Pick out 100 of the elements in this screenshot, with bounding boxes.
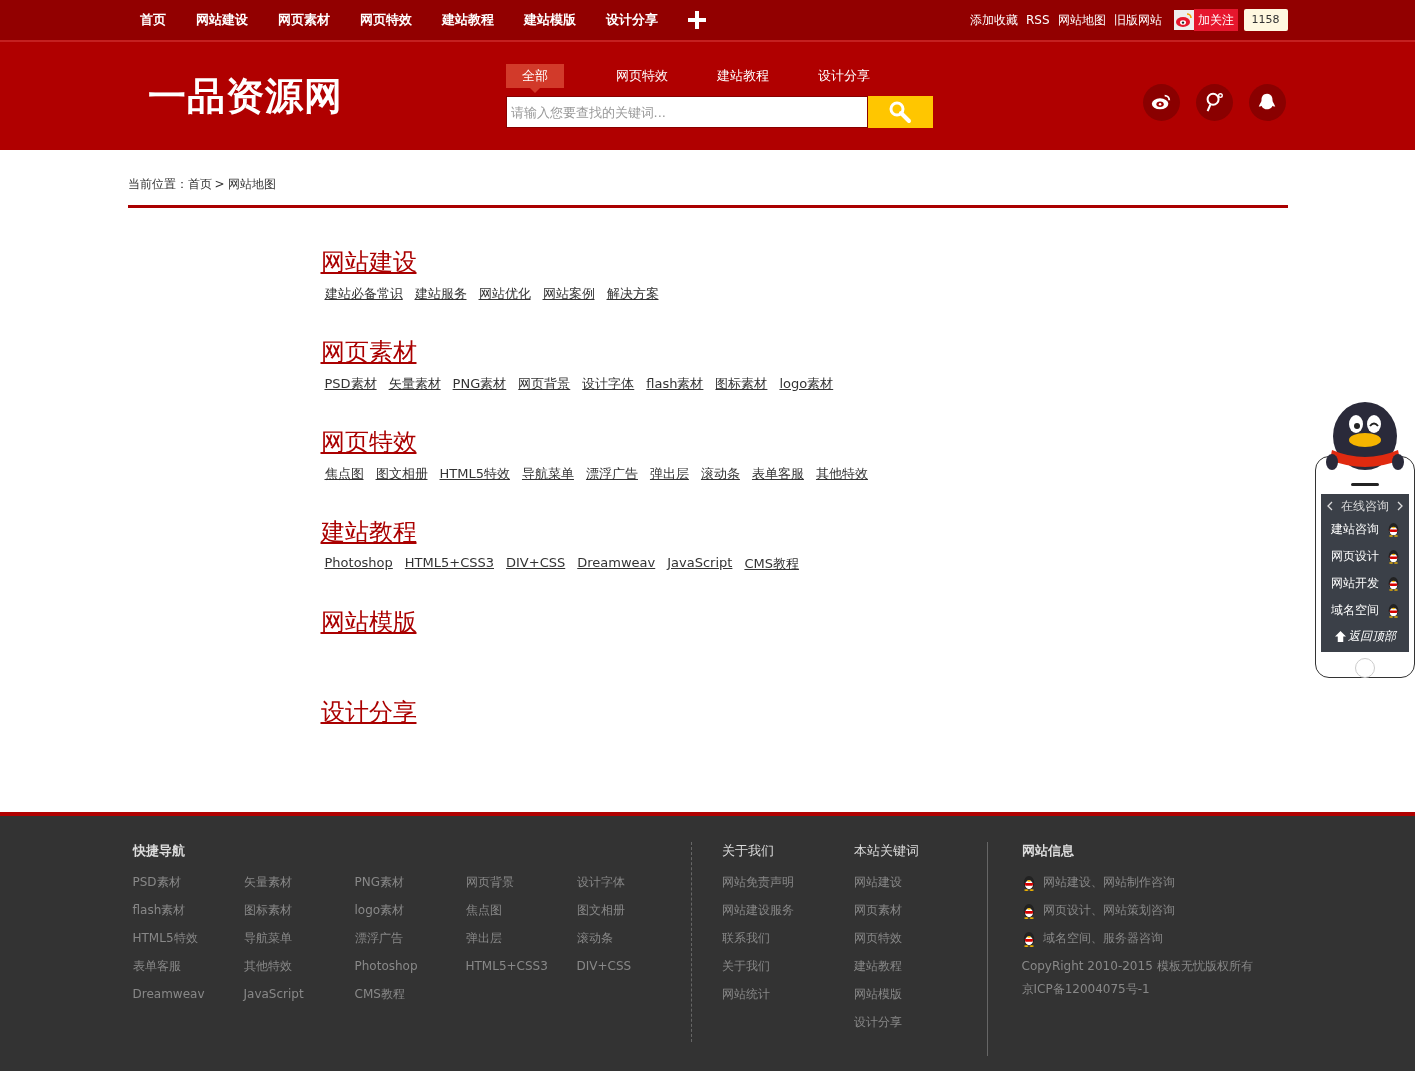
footer-link[interactable]: 网站建设服务	[721, 902, 854, 919]
footer-link[interactable]: 其他特效	[243, 958, 355, 975]
category-link[interactable]: PSD素材	[324, 375, 377, 393]
category-link[interactable]: Dreamweav	[577, 555, 656, 573]
category-link[interactable]: 漂浮广告	[585, 465, 638, 483]
penguin-icon[interactable]	[1021, 874, 1036, 891]
follow-button[interactable]: 加关注	[1193, 9, 1238, 31]
category-link[interactable]: HTML5+CSS3	[404, 555, 494, 573]
category-link[interactable]: flash素材	[646, 375, 704, 393]
footer-link[interactable]: 网页素材	[853, 902, 987, 919]
category-link[interactable]: 焦点图	[324, 465, 364, 483]
category-link[interactable]: 网页背景	[518, 375, 571, 393]
footer-link[interactable]: 矢量素材	[243, 874, 355, 891]
nav-link[interactable]: 网页特效	[359, 11, 412, 29]
footer-link[interactable]: 表单客服	[132, 958, 244, 975]
plus-icon[interactable]	[687, 11, 706, 29]
category-link[interactable]: Photoshop	[324, 555, 393, 573]
footer-link[interactable]: DIV+CSS	[576, 958, 688, 975]
footer-link[interactable]: 网站统计	[721, 986, 854, 1003]
category-link[interactable]: 矢量素材	[388, 375, 441, 393]
search-field[interactable]: 请输入您要查找的关键词...	[505, 96, 868, 128]
contact-link[interactable]: 网页设计、网站策划咨询	[1042, 902, 1175, 919]
nav-link[interactable]: 建站模版	[523, 11, 576, 29]
category-link[interactable]: 其他特效	[815, 465, 868, 483]
category-link[interactable]: 建站服务	[414, 285, 467, 303]
footer-link[interactable]: 网站免责声明	[721, 874, 854, 891]
top-link[interactable]: 添加收藏	[969, 11, 1018, 29]
category-link[interactable]: 网站优化	[478, 285, 531, 303]
footer-link[interactable]: 建站教程	[853, 958, 987, 975]
category-link[interactable]: logo素材	[779, 375, 834, 393]
section-title-link[interactable]: 设计分享	[320, 696, 417, 728]
search-tab[interactable]: 设计分享	[793, 64, 895, 93]
contact-link[interactable]: 域名空间、服务器咨询	[1042, 930, 1163, 947]
category-link[interactable]: 图标素材	[715, 375, 768, 393]
footer-link[interactable]: flash素材	[132, 902, 244, 919]
weibo-button[interactable]	[1142, 83, 1180, 121]
category-link[interactable]: PNG素材	[452, 375, 507, 393]
top-link[interactable]: 旧版网站	[1113, 11, 1162, 29]
footer-link[interactable]: 关于我们	[721, 958, 854, 975]
pin-button[interactable]	[1195, 83, 1233, 121]
category-link[interactable]: 导航菜单	[521, 465, 574, 483]
category-link[interactable]: 图文相册	[375, 465, 428, 483]
category-link[interactable]: 网站案例	[542, 285, 595, 303]
top-link[interactable]: 网站地图	[1057, 11, 1106, 29]
penguin-icon[interactable]	[1021, 930, 1036, 947]
footer-link[interactable]: 焦点图	[465, 902, 577, 919]
footer-link[interactable]: 图标素材	[243, 902, 355, 919]
category-link[interactable]: 表单客服	[751, 465, 804, 483]
site-logo[interactable]: 一品资源网	[147, 70, 506, 122]
category-link[interactable]: JavaScript	[667, 555, 733, 573]
search-tab[interactable]: 全部	[505, 64, 564, 93]
footer-link[interactable]: 导航菜单	[243, 930, 355, 947]
chevron-left-icon[interactable]	[1327, 501, 1333, 511]
category-link[interactable]: CMS教程	[744, 555, 799, 573]
footer-link[interactable]: 设计字体	[576, 874, 688, 891]
chevron-right-icon[interactable]	[1397, 501, 1403, 511]
footer-link[interactable]: 漂浮广告	[354, 930, 466, 947]
footer-link[interactable]: 网站建设	[853, 874, 987, 891]
footer-link[interactable]: HTML5+CSS3	[465, 958, 577, 975]
footer-link[interactable]: Photoshop	[354, 958, 466, 975]
footer-link[interactable]: 设计分享	[853, 1014, 987, 1031]
footer-link[interactable]: 联系我们	[721, 930, 854, 947]
footer-link[interactable]: 滚动条	[576, 930, 688, 947]
footer-link[interactable]: PNG素材	[354, 874, 466, 891]
section-title-link[interactable]: 建站教程	[320, 516, 417, 548]
chat-button[interactable]	[1248, 83, 1286, 121]
category-link[interactable]: 建站必备常识	[324, 285, 403, 303]
section-title-link[interactable]: 网页特效	[320, 426, 417, 458]
contact-link[interactable]: 网站建设、网站制作咨询	[1042, 874, 1175, 891]
footer-link[interactable]: PSD素材	[132, 874, 244, 891]
footer-link[interactable]: Dreamweav	[132, 986, 244, 1003]
nav-link[interactable]: 建站教程	[441, 11, 494, 29]
consult-link[interactable]: 网页设计	[1321, 543, 1409, 570]
footer-link[interactable]: 网页背景	[465, 874, 577, 891]
section-title-link[interactable]: 网页素材	[320, 336, 417, 368]
footer-link[interactable]: HTML5特效	[132, 930, 244, 947]
footer-link[interactable]: JavaScript	[243, 986, 355, 1003]
consult-link[interactable]: 域名空间	[1321, 597, 1409, 624]
category-link[interactable]: 滚动条	[700, 465, 740, 483]
nav-link[interactable]: 网页素材	[277, 11, 330, 29]
category-link[interactable]: 解决方案	[606, 285, 659, 303]
footer-link[interactable]: 图文相册	[576, 902, 688, 919]
category-link[interactable]: 设计字体	[582, 375, 635, 393]
consult-link[interactable]: 网站开发	[1321, 570, 1409, 597]
nav-link[interactable]: 设计分享	[605, 11, 658, 29]
breadcrumb-link[interactable]: 网站地图	[227, 177, 276, 191]
footer-link[interactable]: 网站模版	[853, 986, 987, 1003]
footer-link[interactable]: logo素材	[354, 902, 466, 919]
category-link[interactable]: DIV+CSS	[506, 555, 566, 573]
footer-link[interactable]: 弹出层	[465, 930, 577, 947]
penguin-icon[interactable]	[1021, 902, 1036, 919]
search-tab[interactable]: 网页特效	[591, 64, 693, 93]
footer-link[interactable]: CMS教程	[354, 986, 466, 1003]
top-link[interactable]: RSS	[1025, 13, 1050, 27]
section-title-link[interactable]: 网站模版	[320, 606, 417, 638]
category-link[interactable]: 弹出层	[649, 465, 689, 483]
consult-link[interactable]: 建站咨询	[1321, 516, 1409, 543]
nav-link[interactable]: 首页	[139, 11, 166, 29]
category-link[interactable]: HTML5特效	[439, 465, 510, 483]
footer-link[interactable]: 网页特效	[853, 930, 987, 947]
